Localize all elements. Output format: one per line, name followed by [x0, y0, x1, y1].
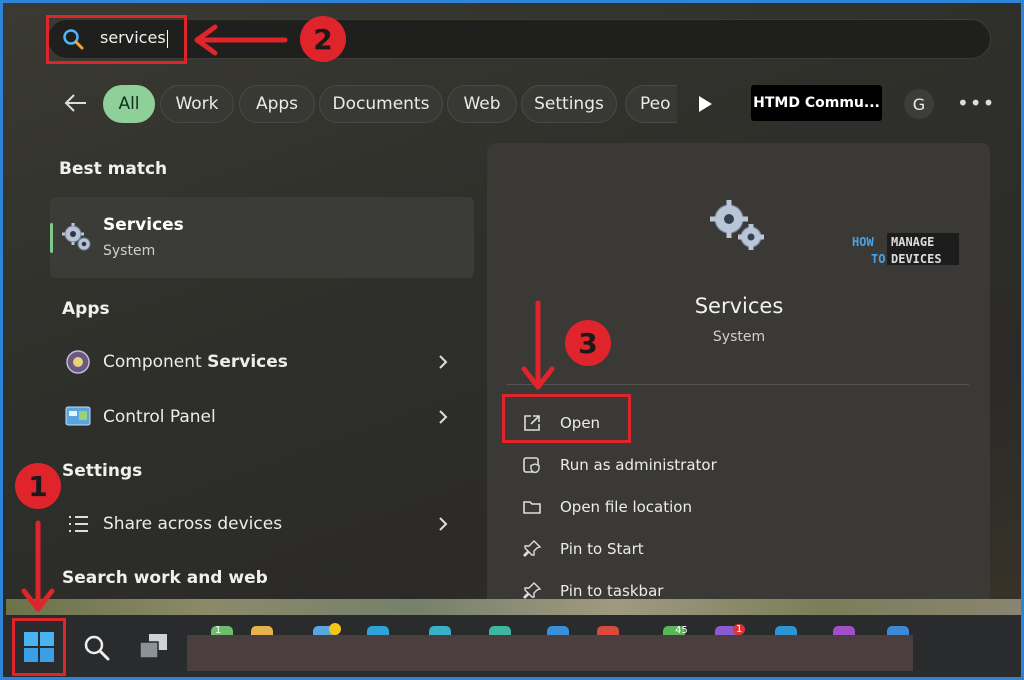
pin-to-taskbar-action[interactable]: Pin to taskbar	[560, 582, 663, 600]
apps-heading: Apps	[62, 299, 110, 319]
filter-chip-all[interactable]: All	[103, 85, 155, 123]
control-panel-icon	[65, 406, 91, 426]
filter-chip-work[interactable]: Work	[160, 85, 234, 123]
how-to-manage-devices-logo: HOW TO MANAGE DEVICES	[852, 233, 959, 266]
open-file-location-action[interactable]: Open file location	[560, 498, 692, 516]
svg-text:TO: TO	[871, 252, 885, 266]
details-subtitle: System	[712, 329, 766, 345]
component-services-item[interactable]: Component Services	[103, 352, 288, 372]
details-title: Services	[694, 294, 784, 318]
svg-text:HOW: HOW	[852, 235, 874, 249]
details-divider	[507, 384, 969, 385]
best-match-card[interactable]	[50, 197, 474, 278]
filter-chip-apps[interactable]: Apps	[239, 85, 315, 123]
notification-dot	[329, 623, 341, 635]
avatar[interactable]: G	[904, 89, 934, 119]
component-services-icon	[66, 350, 90, 374]
filter-chip-settings[interactable]: Settings	[521, 85, 617, 123]
annotation-box-search	[46, 15, 187, 64]
services-large-gear-icon	[710, 200, 764, 250]
chevron-right-icon[interactable]	[437, 516, 449, 532]
screenshot-frame: services All Work Apps Documents Web Set…	[0, 0, 1024, 680]
redacted-taskbar-area	[187, 635, 913, 671]
control-panel-item[interactable]: Control Panel	[103, 407, 216, 427]
task-view-icon[interactable]	[137, 631, 171, 663]
pin-icon	[523, 540, 542, 557]
filter-chip-people[interactable]: Peo	[625, 85, 677, 123]
chevron-right-icon[interactable]	[437, 409, 449, 425]
services-gear-icon	[62, 223, 91, 251]
share-across-devices-item[interactable]: Share across devices	[103, 514, 282, 534]
play-icon[interactable]	[697, 95, 713, 113]
step-badge-2: 2	[300, 16, 346, 62]
shield-admin-icon	[523, 457, 540, 474]
more-options-icon[interactable]: •••	[957, 91, 995, 115]
step-badge-3: 3	[565, 320, 611, 366]
svg-text:DEVICES: DEVICES	[891, 252, 942, 266]
best-match-heading: Best match	[59, 159, 168, 179]
annotation-box-start	[12, 618, 66, 676]
filter-chip-documents[interactable]: Documents	[319, 85, 443, 123]
selection-indicator	[50, 223, 53, 253]
search-bar[interactable]	[47, 19, 991, 59]
run-as-administrator-action[interactable]: Run as administrator	[560, 456, 717, 474]
step-badge-1: 1	[15, 463, 61, 509]
taskbar-search-icon[interactable]	[82, 633, 112, 663]
list-settings-icon	[69, 516, 88, 532]
chevron-right-icon[interactable]	[437, 354, 449, 370]
best-match-title: Services	[103, 215, 184, 235]
back-arrow-icon[interactable]	[63, 91, 89, 115]
htmd-community-chip[interactable]: HTMD Commu...	[751, 85, 882, 121]
pin-to-start-action[interactable]: Pin to Start	[560, 540, 644, 558]
settings-heading: Settings	[62, 461, 143, 481]
filter-chip-web[interactable]: Web	[447, 85, 517, 123]
svg-text:MANAGE: MANAGE	[891, 235, 934, 249]
search-work-web-heading: Search work and web	[62, 568, 268, 588]
folder-icon	[523, 501, 541, 514]
annotation-box-open	[502, 394, 631, 443]
best-match-subtitle: System	[103, 243, 156, 259]
pin-icon	[523, 582, 542, 599]
